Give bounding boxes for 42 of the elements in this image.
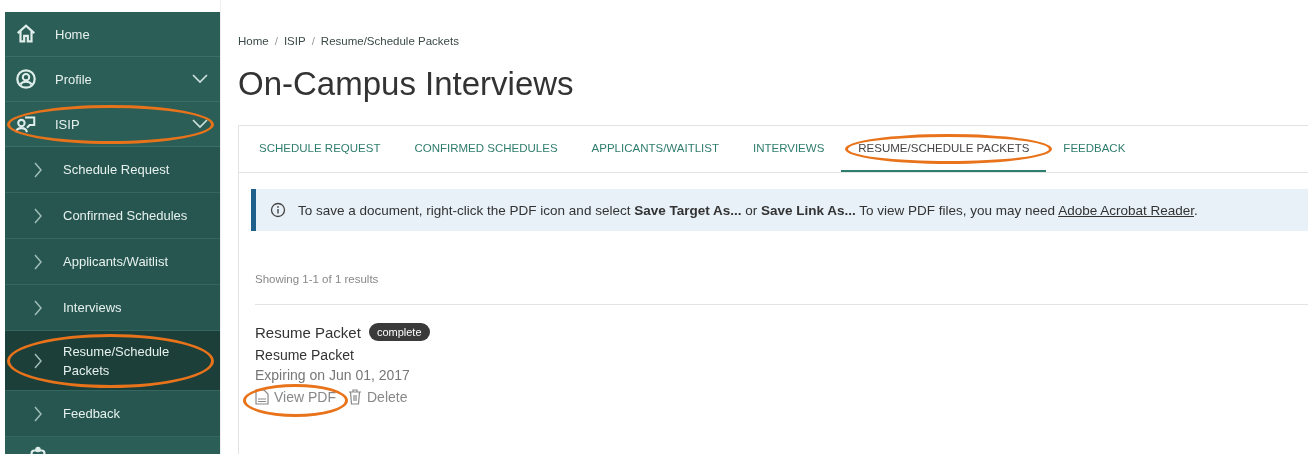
chevron-right-icon [33, 207, 43, 224]
document-icon [255, 389, 269, 405]
sidebar-subitem[interactable]: Applicants/Waitlist [5, 239, 220, 285]
results-count: Showing 1-1 of 1 results [255, 273, 1308, 305]
info-icon [270, 202, 286, 218]
sidebar-subitem[interactable]: Confirmed Schedules [5, 193, 220, 239]
sidebar-subitem[interactable]: Feedback [5, 391, 220, 437]
packet-name: Resume Packet [255, 347, 355, 363]
breadcrumb-link[interactable]: Home [238, 35, 269, 47]
sidebar-subitem[interactable]: Schedule Request [5, 147, 220, 193]
tab[interactable]: SCHEDULE REQUEST [242, 126, 398, 172]
tab[interactable]: RESUME/SCHEDULE PACKETS [841, 126, 1047, 172]
sidebar-subitem[interactable]: Resume/Schedule Packets [5, 331, 220, 391]
tab[interactable]: INTERVIEWS [735, 126, 842, 172]
chevron-right-icon [33, 405, 43, 422]
home-icon [15, 23, 37, 45]
packet-title: Resume Packet [255, 323, 361, 341]
user-circle-icon [15, 68, 37, 90]
expiry-date: Expiring on Jun 01, 2017 [255, 367, 411, 383]
sidebar-item[interactable]: Profile [5, 57, 220, 102]
tab[interactable]: APPLICANTS/WAITLIST [574, 126, 736, 172]
chevron-down-icon [192, 119, 208, 129]
chevron-right-icon [33, 352, 43, 369]
sidebar-item[interactable]: Home [5, 12, 220, 57]
info-message: To save a document, right-click the PDF icon and select Save Target As... or Save Link As... To view PDF files, you may need Adobe Acrobat Reader. [298, 202, 1198, 218]
sidebar-subitem[interactable]: Interviews [5, 285, 220, 331]
tab[interactable]: FEEDBACK [1046, 126, 1143, 172]
chevron-right-icon [33, 161, 43, 178]
status-badge: complete [368, 323, 430, 341]
chevron-right-icon [33, 253, 43, 270]
breadcrumb-separator: / [311, 35, 315, 47]
chevron-down-icon [192, 74, 208, 84]
chevron-right-icon [33, 299, 43, 316]
page-title: On-Campus Interviews [238, 65, 575, 103]
tab[interactable]: CONFIRMED SCHEDULES [397, 126, 575, 172]
breadcrumb-link[interactable]: Resume/Schedule Packets [320, 35, 459, 47]
reader-link[interactable]: Adobe Acrobat Reader [1058, 202, 1194, 218]
breadcrumb-link[interactable]: ISIP [283, 35, 306, 47]
delete-link[interactable]: Delete [348, 389, 408, 405]
view-pdf-link[interactable]: View PDF [255, 389, 336, 405]
trash-icon [348, 389, 362, 405]
breadcrumb-separator: / [274, 35, 278, 47]
